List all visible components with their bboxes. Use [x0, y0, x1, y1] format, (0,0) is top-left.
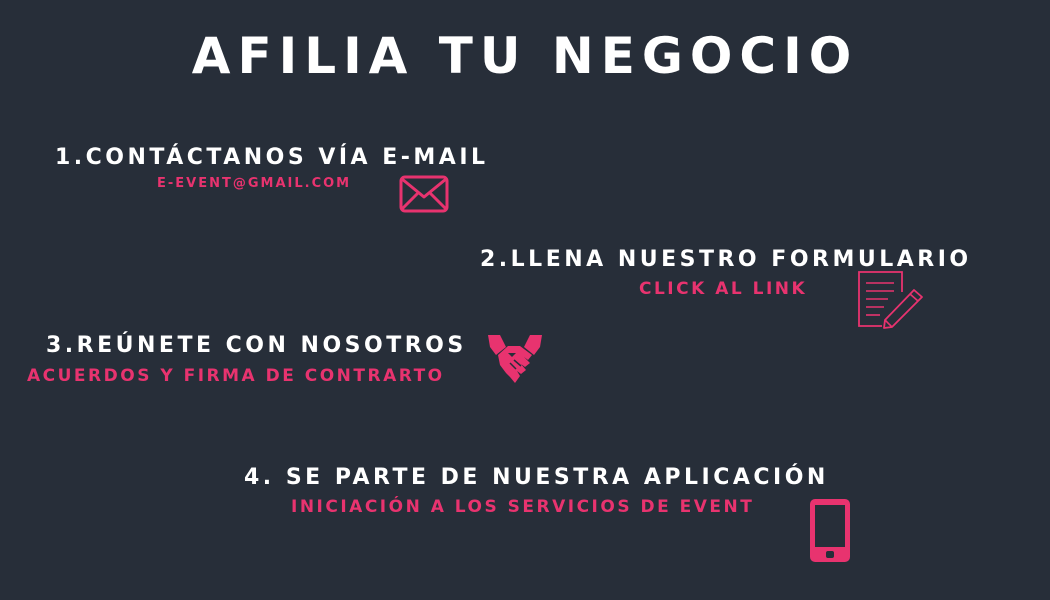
handshake-icon	[488, 335, 542, 383]
step-2-link[interactable]: CLICK AL LINK	[639, 279, 807, 299]
envelope-icon	[399, 175, 449, 213]
smartphone-icon	[810, 499, 850, 562]
step-4-subtitle: INICIACIÓN A LOS SERVICIOS DE EVENT	[291, 497, 755, 517]
step-1-title: 1.CONTÁCTANOS VÍA E-MAIL	[55, 145, 489, 170]
step-3-title: 3.REÚNETE CON NOSOTROS	[46, 333, 467, 358]
page-title: AFILIA TU NEGOCIO	[191, 27, 859, 85]
form-pencil-icon	[858, 271, 923, 329]
step-1-email: E-EVENT@GMAIL.COM	[157, 176, 352, 191]
step-4-title: 4. SE PARTE DE NUESTRA APLICACIÓN	[244, 465, 829, 490]
step-3-subtitle: ACUERDOS Y FIRMA DE CONTRARTO	[27, 366, 445, 386]
